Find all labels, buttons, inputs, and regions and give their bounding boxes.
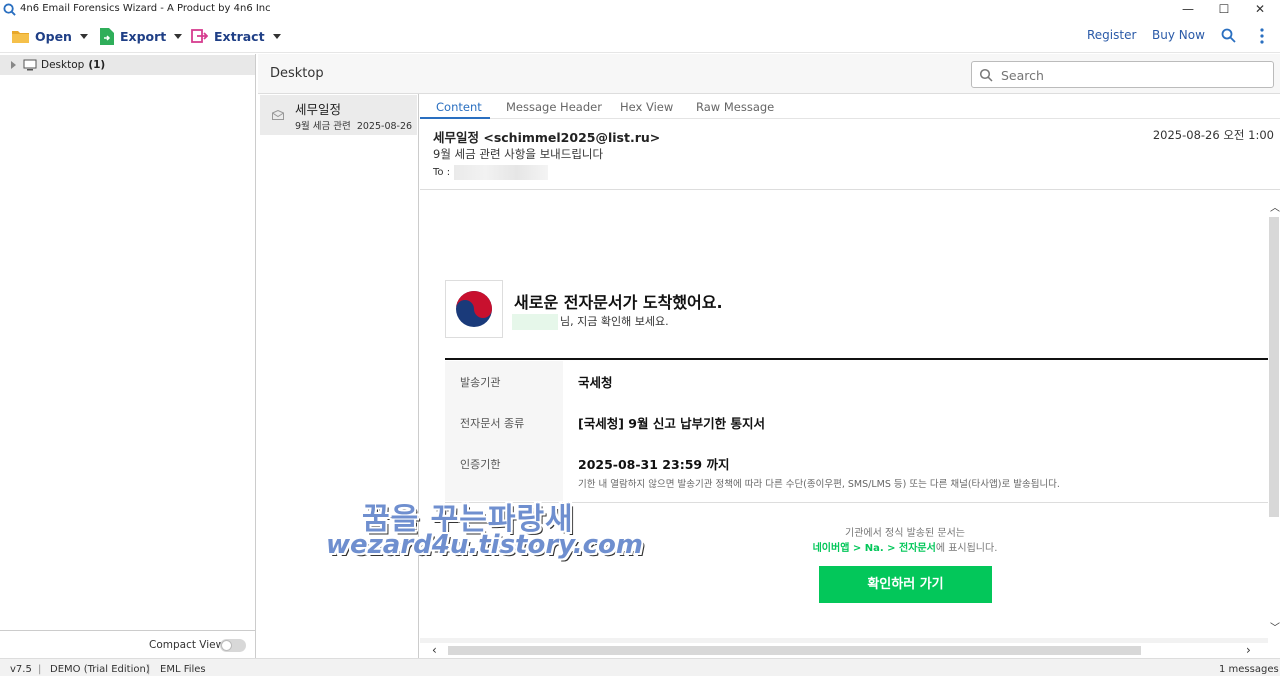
row-label-doc-type: 전자문서 종류: [460, 417, 525, 430]
tab-content[interactable]: Content: [436, 100, 482, 114]
toolbar: Open Export Extract Register Buy Now: [0, 20, 1280, 53]
file-type-label: EML Files: [160, 664, 206, 675]
tab-message-header[interactable]: Message Header: [506, 100, 602, 114]
tree-item-label: Desktop (1): [41, 59, 106, 71]
app-search-icon: [3, 3, 16, 16]
envelope-icon: [272, 110, 284, 120]
scroll-up-icon[interactable]: ︿: [1270, 199, 1280, 214]
separator: |: [38, 664, 42, 675]
message-body: 새로운 전자문서가 도착했어요. 님, 지금 확인해 보세요. 발송기관 국세청…: [420, 191, 1268, 643]
tree-item-count: (1): [88, 59, 106, 71]
chevron-down-icon: [79, 33, 88, 39]
message-header: 세무일정 <schimmel2025@list.ru> 2025-08-26 오…: [420, 120, 1280, 190]
extract-button[interactable]: Extract: [191, 26, 281, 46]
watermark-url: wezard4u.tistory.com: [326, 530, 643, 560]
row-value-sender: 국세청: [578, 375, 613, 390]
folder-icon: [12, 31, 29, 43]
export-label: Export: [120, 28, 167, 44]
search-input[interactable]: [1001, 66, 1261, 84]
scroll-down-icon[interactable]: ﹀: [1270, 619, 1280, 634]
title-bar: 4n6 Email Forensics Wizard - A Product b…: [0, 0, 1280, 20]
message-to-label: To :: [433, 167, 451, 178]
search-box[interactable]: [971, 61, 1274, 88]
status-bar: v7.5 | DEMO (Trial Edition) | EML Files …: [0, 658, 1280, 676]
search-icon[interactable]: [1221, 28, 1236, 43]
tab-hex-view[interactable]: Hex View: [620, 100, 673, 114]
chevron-down-icon: [174, 33, 183, 39]
active-tab-indicator: [420, 117, 490, 119]
row-label-sender: 발송기관: [460, 376, 501, 389]
register-link[interactable]: Register: [1087, 28, 1136, 42]
scroll-left-icon[interactable]: ‹: [432, 643, 437, 657]
government-logo: [445, 280, 503, 338]
list-item-meta: 9월 세금 관련 2025-08-26: [295, 121, 413, 132]
computer-icon: [23, 59, 37, 71]
more-options-icon[interactable]: [1259, 28, 1265, 44]
message-count: 1 messages: [1219, 664, 1279, 675]
list-item-subject: 세무일정: [295, 102, 342, 117]
compact-view-toggle[interactable]: [220, 639, 246, 652]
tree-item-desktop[interactable]: Desktop (1): [0, 55, 255, 75]
vertical-scrollbar[interactable]: ︿ ﹀: [1268, 191, 1280, 643]
export-button[interactable]: Export: [100, 26, 183, 46]
extract-icon: [191, 29, 208, 43]
window-title: 4n6 Email Forensics Wizard - A Product b…: [20, 3, 271, 14]
message-date: 2025-08-26 오전 1:00: [1152, 128, 1274, 142]
notice-headline: 새로운 전자문서가 도착했어요.: [514, 293, 723, 312]
divider: [445, 358, 1268, 360]
export-icon: [100, 27, 114, 45]
list-item[interactable]: 세무일정 9월 세금 관련 2025-08-26: [260, 95, 417, 135]
edition-label: DEMO (Trial Edition): [50, 664, 150, 675]
search-icon: [979, 68, 993, 82]
row-value-doc-type: [국세청] 9월 신고 납부기한 통지서: [578, 416, 766, 431]
scroll-thumb[interactable]: [448, 646, 1141, 655]
confirm-button[interactable]: 확인하러 가기: [819, 566, 992, 603]
open-label: Open: [35, 28, 72, 44]
expand-arrow-icon[interactable]: [11, 61, 16, 69]
message-from: 세무일정 <schimmel2025@list.ru>: [433, 130, 661, 145]
tab-raw-message[interactable]: Raw Message: [696, 100, 774, 114]
open-button[interactable]: Open: [12, 26, 88, 46]
notice-subline: 님, 지금 확인해 보세요.: [512, 313, 669, 330]
view-tabs: Content Message Header Hex View Raw Mess…: [420, 95, 1280, 119]
redacted-name: [512, 314, 558, 330]
folder-tree-panel: Desktop (1) Compact View: [0, 54, 256, 658]
minimize-button[interactable]: —: [1170, 0, 1206, 20]
compact-view-bar: Compact View: [0, 630, 255, 658]
row-label-deadline: 인증기한: [460, 458, 501, 471]
row-value-deadline: 2025-08-31 23:59 까지: [578, 457, 730, 472]
breadcrumb: Desktop: [270, 66, 324, 81]
maximize-button[interactable]: ☐: [1206, 0, 1242, 20]
chevron-down-icon: [272, 33, 281, 39]
separator: |: [147, 664, 151, 675]
close-button[interactable]: ✕: [1242, 0, 1278, 20]
redacted-recipient: [454, 165, 548, 180]
message-list: 세무일정 9월 세금 관련 2025-08-26: [258, 94, 419, 658]
scroll-thumb[interactable]: [1269, 217, 1279, 517]
message-subject: 9월 세금 관련 사항을 보내드립니다: [433, 147, 604, 161]
deadline-note: 기한 내 열람하지 않으면 발송기관 정책에 따라 다른 수단(종이우편, SM…: [578, 479, 1060, 490]
naver-docs-link[interactable]: 네이버앱 > Na. > 전자문서: [813, 543, 936, 554]
scroll-right-icon[interactable]: ›: [1246, 643, 1251, 657]
breadcrumb-bar: Desktop: [258, 54, 1280, 94]
horizontal-scrollbar[interactable]: ‹ ›: [420, 643, 1280, 658]
buy-now-link[interactable]: Buy Now: [1152, 28, 1205, 42]
version-label: v7.5: [10, 664, 32, 675]
compact-view-label: Compact View: [149, 639, 225, 651]
taegeuk-emblem-icon: [456, 291, 492, 327]
extract-label: Extract: [214, 28, 265, 44]
